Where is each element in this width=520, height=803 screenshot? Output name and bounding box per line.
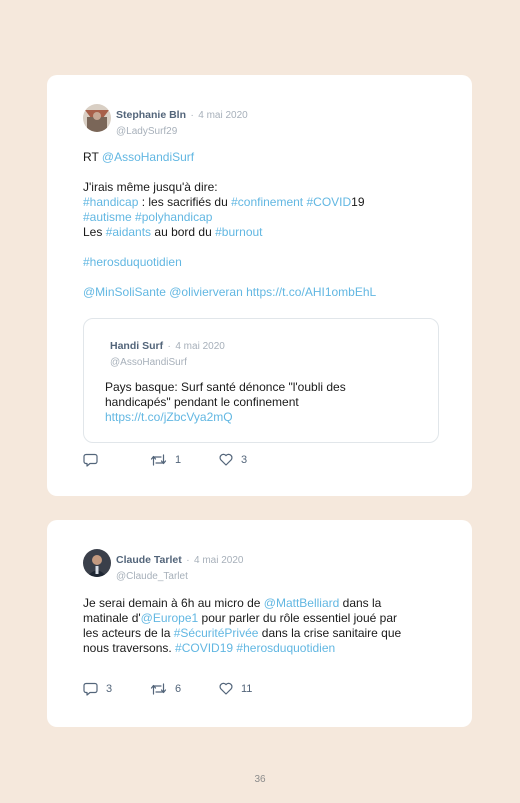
avatar[interactable] [83,549,111,577]
like-button[interactable]: 3 [219,453,247,466]
tweet-date[interactable]: 4 mai 2020 [194,555,243,566]
hashtag-link[interactable]: #confinement [231,195,303,209]
hashtag-link[interactable]: #COVID [306,195,351,209]
body-line: @MinSoliSante @olivierveran https://t.co… [83,285,443,300]
hashtag-link[interactable]: #handicap [83,195,138,209]
hashtag-link[interactable]: #aidants [106,225,151,239]
text: Pays basque: Surf santé dénonce "l'oubli… [105,380,346,394]
mention-link[interactable]: @Europe1 [141,611,199,625]
quoted-tweet[interactable]: Handi Surf · 4 mai 2020 @AssoHandiSurf P… [83,318,439,443]
body-line: les acteurs de la #SécuritéPrivée dans l… [83,626,443,641]
like-count: 11 [241,682,253,695]
retweet-button[interactable]: 6 [150,682,181,696]
text: nous traversons. [83,641,176,655]
separator: · [167,341,171,352]
body-line: RT @AssoHandiSurf [83,150,443,165]
tweet-header: Stephanie Bln · 4 mai 2020 @LadySurf29 [116,105,248,137]
like-icon [219,682,233,695]
like-count: 3 [241,453,248,466]
quoted-tweet-text: Pays basque: Surf santé dénonce "l'oubli… [105,380,405,425]
mention-link[interactable]: @olivierveran [169,285,243,299]
retweet-count: 6 [175,683,182,695]
hashtag-link[interactable]: #burnout [215,225,262,239]
body-line: #autisme #polyhandicap [83,210,443,225]
retweet-button[interactable]: 1 [150,453,181,467]
tweet-date[interactable]: 4 mai 2020 [198,110,247,121]
text: 19 [351,195,365,209]
retweet-icon [150,454,167,466]
author-handle[interactable]: @LadySurf29 [116,126,248,137]
text: dans la [339,596,382,610]
text: les acteurs de la [83,626,174,640]
reply-button[interactable] [83,453,106,467]
body-line: J'irais même jusqu'à dire: [83,180,443,195]
hashtag-link[interactable]: #herosduquotidien [83,255,443,270]
mention-link[interactable]: @MattBelliard [264,596,340,610]
page-number: 36 [254,774,266,785]
tweet-body: RT @AssoHandiSurf J'irais même jusqu'à d… [83,150,443,300]
text: Je serai demain à 6h au micro de [83,596,264,610]
text: J'irais même jusqu'à dire: [83,180,218,194]
tweet-card: Stephanie Bln · 4 mai 2020 @LadySurf29 R… [47,75,472,496]
quoted-tweet-header: Handi Surf · 4 mai 2020 @AssoHandiSurf [110,336,225,368]
hashtag-link[interactable]: #SécuritéPrivée [174,626,259,640]
mention-link[interactable]: @AssoHandiSurf [102,150,194,164]
reply-icon [83,682,98,696]
url-link[interactable]: https://t.co/jZbcVya2mQ [105,410,405,425]
separator: · [186,555,190,566]
text: RT [83,150,102,164]
text: handicapés" pendant le confinement [105,395,299,409]
quoted-author-name[interactable]: Handi Surf [110,340,163,352]
separator: · [190,110,194,121]
reply-button[interactable]: 3 [83,682,112,696]
mention-link[interactable]: @MinSoliSante [83,285,166,299]
quoted-author-handle[interactable]: @AssoHandiSurf [110,357,225,368]
avatar[interactable] [83,104,111,132]
body-line: matinale d'@Europe1 pour parler du rôle … [83,611,443,626]
quoted-tweet-date[interactable]: 4 mai 2020 [175,341,224,352]
text: pour parler du rôle essentiel joué par [198,611,398,625]
hashtag-link[interactable]: #autisme [83,210,132,224]
hashtag-link[interactable]: #COVID19 [175,641,233,655]
text: au bord du [151,225,216,239]
retweet-count: 1 [175,454,182,466]
tweet-header: Claude Tarlet · 4 mai 2020 @Claude_Tarle… [116,550,243,582]
author-name[interactable]: Claude Tarlet [116,554,182,566]
tweet-card: Claude Tarlet · 4 mai 2020 @Claude_Tarle… [47,520,472,727]
text: : les sacrifiés du [138,195,232,209]
text: Les [83,225,106,239]
retweet-icon [150,683,167,695]
like-button[interactable]: 11 [219,682,252,695]
text: matinale d' [83,611,141,625]
hashtag-link[interactable]: #herosduquotidien [236,641,335,655]
author-handle[interactable]: @Claude_Tarlet [116,571,243,582]
body-line: #handicap : les sacrifiés du #confinemen… [83,195,443,210]
body-line: nous traversons. #COVID19 #herosduquotid… [83,641,443,656]
text: dans la crise sanitaire que [258,626,402,640]
url-link[interactable]: https://t.co/AHI1ombEhL [246,285,376,299]
tweet-body: Je serai demain à 6h au micro de @MattBe… [83,596,443,656]
hashtag-link[interactable]: #polyhandicap [135,210,212,224]
author-name[interactable]: Stephanie Bln [116,109,186,121]
reply-count: 3 [106,683,113,695]
like-icon [219,453,233,466]
body-line: Les #aidants au bord du #burnout [83,225,443,240]
body-line: Je serai demain à 6h au micro de @MattBe… [83,596,443,611]
reply-icon [83,453,98,467]
